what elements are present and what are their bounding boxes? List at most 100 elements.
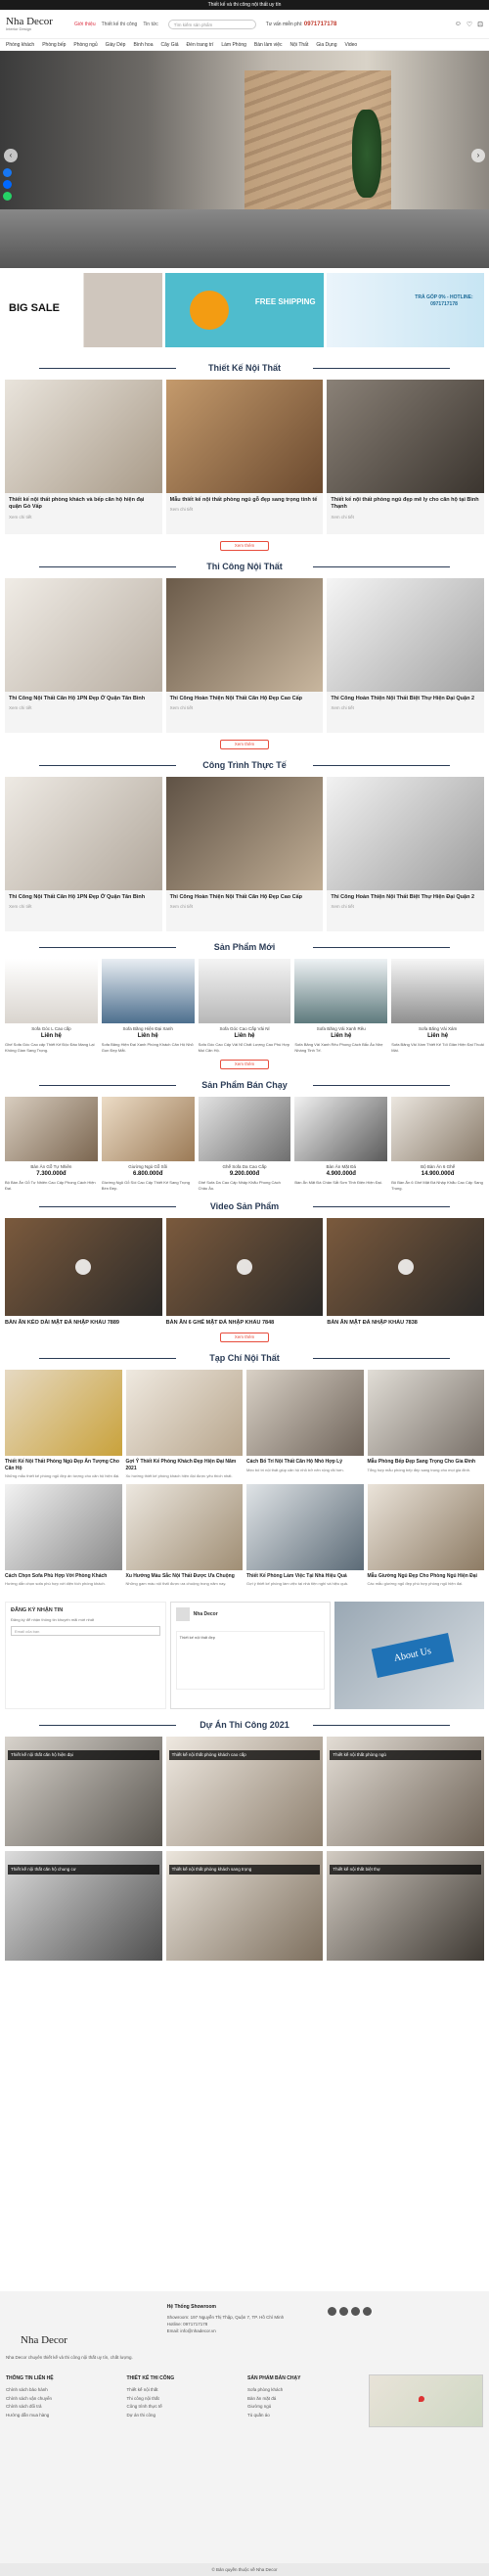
email-field[interactable]: Email của bạn [11, 1626, 160, 1637]
user-icon[interactable]: ☺ [455, 21, 462, 28]
copyright: © Bản quyền thuộc về Nha Decor [0, 2563, 489, 2576]
view-more-button[interactable]: Xem thêm [220, 541, 269, 551]
view-more-button[interactable]: Xem thêm [220, 1333, 269, 1343]
cart-icon[interactable]: ⊡ [477, 21, 483, 28]
play-icon[interactable] [5, 1218, 162, 1317]
project-card[interactable]: Thiết kế nội thất phòng khách sang trọng [165, 1851, 324, 1962]
menu-item[interactable]: Bàn làm việc [254, 42, 283, 48]
blog-post[interactable]: Thiết Kế Nội Thất Phòng Ngủ Đẹp Ấn Tượng… [5, 1370, 122, 1479]
menu-item[interactable]: Phòng ngủ [73, 42, 97, 48]
article-card[interactable]: Mẫu thiết kế nội thất phòng ngủ gỗ đẹp s… [165, 380, 324, 534]
banner-big-sale[interactable]: BIG SALE [5, 273, 163, 347]
facebook-icon[interactable] [328, 2307, 337, 2316]
heart-icon[interactable]: ♡ [467, 21, 472, 28]
product-card[interactable]: Sofa Băng Vải Xám Liên hệ Sofa Băng Vải Xá… [391, 959, 484, 1053]
product-card[interactable]: Bàn Ăn Gỗ Tự Nhiên 7.300.000đ Bộ Bàn Ăn Gỗ… [5, 1097, 98, 1191]
play-icon[interactable] [165, 1218, 324, 1317]
facebook-page-widget[interactable]: Nha Decor Thiết kế nội thất đẹp [169, 1602, 332, 1710]
blog-post[interactable]: Mẫu Phòng Bếp Đẹp Sang Trọng Cho Gia Đìn… [367, 1370, 484, 1479]
video-card[interactable]: BÀN ĂN MẶT ĐÁ NHẬP KHẨU 7838 [327, 1218, 485, 1326]
site-logo[interactable]: Nha Decor Interior Design [6, 17, 65, 31]
footer-logo[interactable]: Nha Decor [21, 2332, 161, 2350]
twitter-icon[interactable] [339, 2307, 349, 2316]
product-card[interactable]: Sofa Băng Hiện Đại Xanh Liên hệ Sofa Băng … [101, 959, 195, 1053]
nav-link-about[interactable]: Giới thiệu [74, 22, 96, 27]
article-card[interactable]: Thi Công Hoàn Thiện Nội Thất Biệt Thự Hi… [327, 777, 485, 931]
article-card[interactable]: Thi Công Nội Thất Căn Hộ 1PN Đẹp Ở Quận … [5, 777, 162, 931]
article-card[interactable]: Thi Công Hoàn Thiện Nội Thất Biệt Thự Hi… [327, 578, 485, 733]
youtube-icon[interactable] [351, 2307, 361, 2316]
footer-link[interactable]: Chính sách đổi trả [6, 2403, 121, 2412]
banner-free-shipping[interactable]: FREE SHIPPING [165, 273, 324, 347]
video-card[interactable]: BÀN ĂN KÉO DÀI MẶT ĐÁ NHẬP KHẨU 7889 [5, 1218, 162, 1326]
phone-icon[interactable] [3, 192, 12, 201]
project-card[interactable]: Thiết kế nội thất căn hộ chung cư [5, 1851, 162, 1962]
product-card[interactable]: Sofa Băng Vải Xanh Rêu Liên hệ Sofa Băng V… [294, 959, 388, 1053]
about-us-banner[interactable]: About Us [334, 1602, 485, 1710]
view-more-button[interactable]: Xem thêm [220, 740, 269, 749]
facebook-post[interactable]: Thiết kế nội thất đẹp [175, 1631, 326, 1691]
menu-item[interactable]: Phòng bếp [42, 42, 66, 48]
project-card[interactable]: Thiết kế nội thất biệt thự [327, 1851, 484, 1962]
zalo-icon[interactable] [3, 180, 12, 189]
menu-item[interactable]: Bình hoa [133, 42, 153, 48]
footer-link[interactable]: Chính sách vận chuyển [6, 2395, 121, 2404]
menu-item[interactable]: Giày Dép [106, 42, 126, 48]
menu-item[interactable]: Đèn trang trí [187, 42, 214, 48]
footer-link[interactable]: Hướng dẫn mua hàng [6, 2412, 121, 2420]
blog-post[interactable]: Cách Bố Trí Nội Thất Căn Hộ Nhỏ Hợp Lý Mẹ… [246, 1370, 364, 1479]
nav-link-design[interactable]: Thiết kế thi công [102, 22, 138, 27]
product-card[interactable]: Sofa Góc L Cao cấp Liên hệ Ghế Sofa Góc Ca… [5, 959, 98, 1053]
menu-item[interactable]: Nội Thất [290, 42, 309, 48]
product-card[interactable]: Ghế Sofa Da Cao Cấp 9.200.000đ Ghế Sofa Da… [198, 1097, 291, 1191]
nav-link-news[interactable]: Tin tức [143, 22, 157, 27]
blog-post[interactable]: Thiết Kế Phòng Làm Việc Tại Nhà Hiệu Quả… [246, 1483, 364, 1587]
map-widget[interactable] [368, 2373, 483, 2427]
banner-installment[interactable]: TRẢ GÓP 0% - HOTLINE: 0971717178 [326, 273, 484, 347]
article-card[interactable]: Thi Công Hoàn Thiện Nội Thất Căn Hộ Đẹp … [165, 578, 324, 733]
article-card[interactable]: Thiết kế nội thất phòng ngủ đẹp mê ly ch… [327, 380, 485, 534]
promo-banners: BIG SALE FREE SHIPPING TRẢ GÓP 0% - HOTL… [0, 268, 489, 352]
menu-item[interactable]: Phòng khách [6, 42, 34, 48]
menu-item[interactable]: Video [344, 42, 357, 48]
footer-link[interactable]: Chính sách bảo hành [6, 2386, 121, 2395]
product-card[interactable]: Bộ Bàn Ăn 6 Ghế 14.900.000đ Bộ Bàn Ăn 6 Gh… [391, 1097, 484, 1191]
footer-link[interactable]: Sofa phòng khách [247, 2386, 363, 2395]
section-title: Tạp Chí Nội Thất [0, 1351, 489, 1365]
menu-item[interactable]: Gia Dụng [316, 42, 336, 48]
product-card[interactable]: Sofa Góc Cao Cấp Vải Nỉ Liên hệ Sofa Góc C… [198, 959, 291, 1053]
product-card[interactable]: Bàn Ăn Mặt Đá 4.900.000đ Bàn Ăn Mặt Đá Châ… [294, 1097, 388, 1191]
menu-item[interactable]: Cây Giả [160, 42, 178, 48]
footer-link[interactable]: Thi công nội thất [127, 2395, 243, 2404]
slider-prev-arrow[interactable]: ‹ [4, 149, 18, 162]
blog-post[interactable]: Xu Hướng Màu Sắc Nội Thất Được Ưa Chuộng… [125, 1483, 243, 1587]
section-title: Video Sản Phẩm [0, 1199, 489, 1213]
article-card[interactable]: Thi Công Hoàn Thiện Nội Thất Căn Hộ Đẹp … [165, 777, 324, 931]
project-card[interactable]: Thiết kế nội thất phòng ngủ [327, 1737, 484, 1847]
article-card[interactable]: Thiết kế nội thất phòng khách và bếp căn… [5, 380, 162, 534]
hero-slider[interactable]: ‹ › [0, 51, 489, 268]
view-more-button[interactable]: Xem thêm [220, 1060, 269, 1070]
video-card[interactable]: BÀN ĂN 6 GHẾ MẶT ĐÁ NHẬP KHẨU 7848 [165, 1218, 324, 1326]
footer-link[interactable]: Thiết kế nội thất [127, 2386, 243, 2395]
footer-link[interactable]: Dự án thi công [127, 2412, 243, 2420]
facebook-icon[interactable] [3, 168, 12, 177]
blog-post[interactable]: Mẫu Giường Ngủ Đẹp Cho Phòng Ngủ Hiện Đạ… [367, 1483, 484, 1587]
slider-next-arrow[interactable]: › [471, 149, 485, 162]
footer-link[interactable]: Giường ngủ [247, 2403, 363, 2412]
footer-link[interactable]: Tủ quần áo [247, 2412, 363, 2420]
instagram-icon[interactable] [363, 2307, 373, 2316]
blog-post[interactable]: Gợi Ý Thiết Kế Phòng Khách Đẹp Hiện Đại … [125, 1370, 243, 1479]
blog-grid: Thiết Kế Nội Thất Phòng Ngủ Đẹp Ấn Tượng… [0, 1370, 489, 1587]
menu-item[interactable]: Làm Phòng [221, 42, 246, 48]
project-card[interactable]: Thiết kế nội thất căn hộ hiện đại [5, 1737, 162, 1847]
footer-link[interactable]: Công trình thực tế [127, 2403, 243, 2412]
article-card[interactable]: Thi Công Nội Thất Căn Hộ 1PN Đẹp Ở Quận … [5, 578, 162, 733]
product-card[interactable]: Giường Ngủ Gỗ Sồi 6.800.000đ Giường Ngủ Gỗ… [101, 1097, 195, 1191]
blog-post[interactable]: Cách Chọn Sofa Phù Hợp Với Phòng Khách Hư… [5, 1483, 122, 1587]
play-icon[interactable] [327, 1218, 485, 1317]
search-input[interactable]: Tìm kiếm sản phẩm [167, 19, 256, 29]
footer-link[interactable]: Bàn ăn mặt đá [247, 2395, 363, 2404]
project-card[interactable]: Thiết kế nội thất phòng khách cao cấp [165, 1737, 324, 1847]
avatar [175, 1607, 190, 1622]
